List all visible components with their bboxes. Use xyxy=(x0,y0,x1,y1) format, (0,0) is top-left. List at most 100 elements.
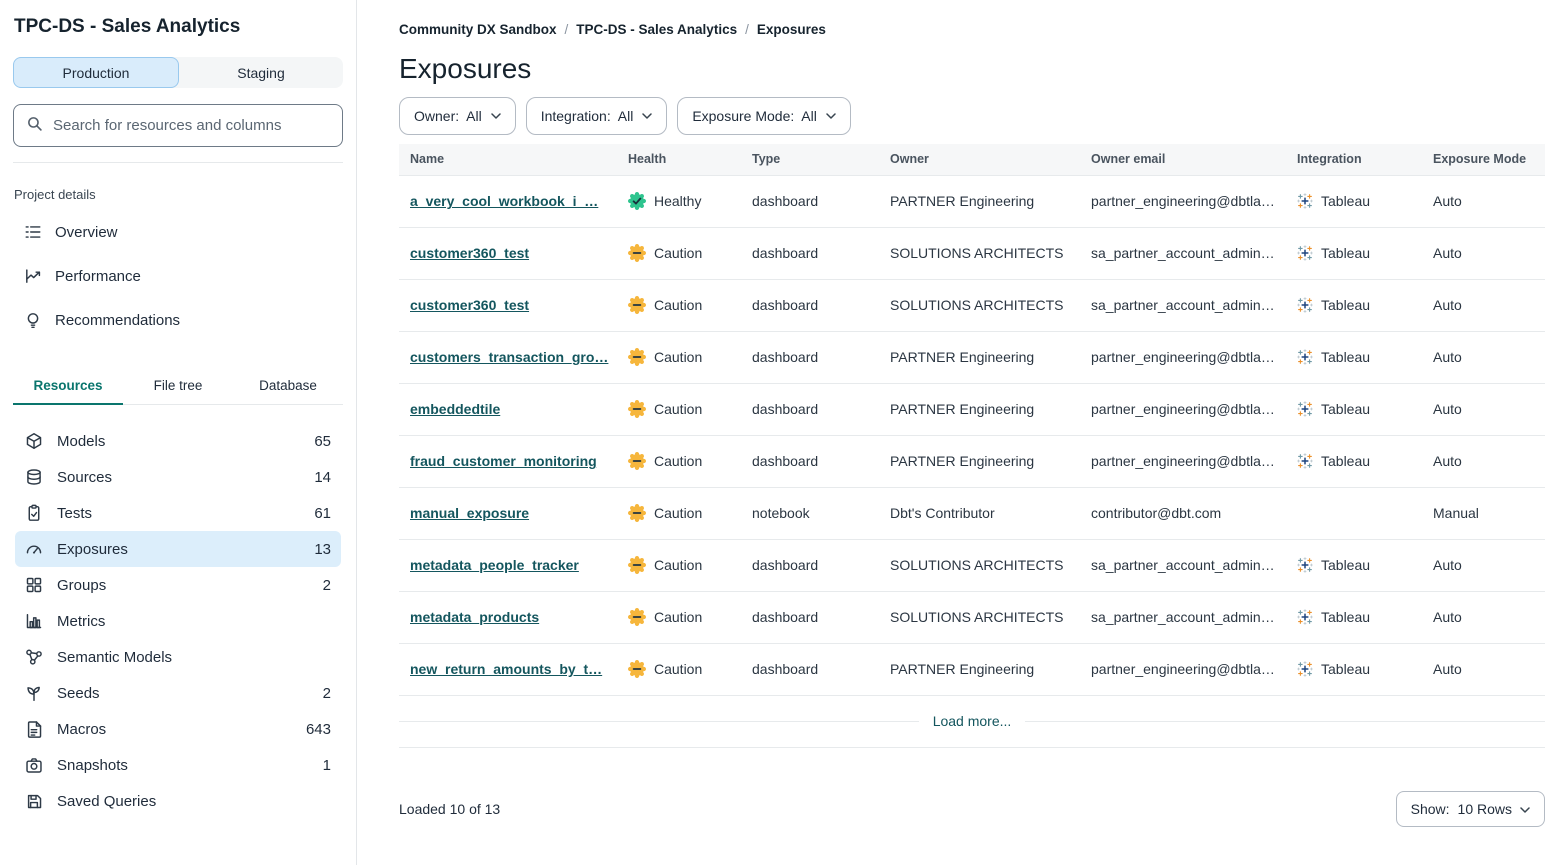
filter-dropdown[interactable]: Integration: All xyxy=(526,97,668,135)
resource-list-item[interactable]: Macros 643 xyxy=(15,711,341,747)
exposure-name-link[interactable]: customer360_test xyxy=(410,245,529,261)
sidebar-nav-item[interactable]: Overview xyxy=(13,210,343,254)
resource-list-item[interactable]: Groups 2 xyxy=(15,567,341,603)
owner-cell: PARTNER Engineering xyxy=(879,331,1080,383)
sidebar-tab[interactable]: File tree xyxy=(123,370,233,405)
resource-list-item[interactable]: Snapshots 1 xyxy=(15,747,341,783)
project-nav: Overview Performance Recommendations xyxy=(13,210,343,342)
owner-email-cell: partner_engineering@dbtla… xyxy=(1080,435,1286,487)
exposure-mode-cell: Auto xyxy=(1422,539,1545,591)
owner-cell: SOLUTIONS ARCHITECTS xyxy=(879,591,1080,643)
health-badge-icon xyxy=(628,244,646,262)
integration-label: Tableau xyxy=(1321,557,1370,573)
resource-label: Exposures xyxy=(57,541,128,558)
resource-list-item[interactable]: Semantic Models xyxy=(15,639,341,675)
exposure-name-link[interactable]: customers_transaction_gro… xyxy=(410,349,608,365)
table-column-header: Owner xyxy=(879,144,1080,175)
breadcrumb-link[interactable]: Exposures xyxy=(757,22,826,37)
nav-icon xyxy=(24,311,42,329)
exposure-mode-cell: Auto xyxy=(1422,227,1545,279)
tableau-icon xyxy=(1297,297,1313,313)
main-content: Community DX Sandbox / TPC-DS - Sales An… xyxy=(357,0,1559,865)
integration-label: Tableau xyxy=(1321,349,1370,365)
table-row: fraud_customer_monitoring Caution dashbo… xyxy=(399,435,1545,487)
exposure-name-link[interactable]: a_very_cool_workbook_i_… xyxy=(410,193,598,209)
resource-label: Saved Queries xyxy=(57,793,156,810)
sidebar-nav-item[interactable]: Performance xyxy=(13,254,343,298)
exposure-name-link[interactable]: customer360_test xyxy=(410,297,529,313)
load-more-row: Load more... xyxy=(399,696,1545,748)
resource-list-item[interactable]: Exposures 13 xyxy=(15,531,341,567)
exposure-name-link[interactable]: embeddedtile xyxy=(410,401,500,417)
resource-icon xyxy=(25,504,43,522)
type-cell: dashboard xyxy=(741,539,879,591)
table-column-header: Health xyxy=(617,144,741,175)
environment-tab[interactable]: Staging xyxy=(179,57,343,88)
owner-email-cell: partner_engineering@dbtla… xyxy=(1080,643,1286,695)
resource-label: Metrics xyxy=(57,613,105,630)
sidebar-tab[interactable]: Resources xyxy=(13,370,123,405)
type-cell: dashboard xyxy=(741,175,879,227)
rows-per-page-dropdown[interactable]: Show: 10 Rows xyxy=(1396,791,1545,827)
search-input[interactable] xyxy=(53,117,330,134)
resource-list-item[interactable]: Tests 61 xyxy=(15,495,341,531)
breadcrumb-link[interactable]: TPC-DS - Sales Analytics xyxy=(576,22,737,37)
health-badge-icon xyxy=(628,296,646,314)
divider-line xyxy=(1025,721,1545,722)
resource-count: 2 xyxy=(323,577,331,594)
sidebar-nav-item[interactable]: Recommendations xyxy=(13,298,343,342)
health-badge-icon xyxy=(628,192,646,210)
owner-email-cell: sa_partner_account_admin… xyxy=(1080,591,1286,643)
sidebar-tabs: Resources File tree Database xyxy=(13,370,343,405)
type-cell: dashboard xyxy=(741,279,879,331)
table-row: customers_transaction_gro… Caution dashb… xyxy=(399,331,1545,383)
owner-email-cell: sa_partner_account_admin… xyxy=(1080,279,1286,331)
resource-icon xyxy=(25,648,43,666)
owner-email-cell: contributor@dbt.com xyxy=(1080,487,1286,539)
resource-label: Macros xyxy=(57,721,106,738)
owner-cell: Dbt's Contributor xyxy=(879,487,1080,539)
sidebar-tab[interactable]: Database xyxy=(233,370,343,405)
exposure-name-link[interactable]: manual_exposure xyxy=(410,505,529,521)
resource-list: Models 65 Sources 14 Tests 61 Exposures … xyxy=(13,423,343,819)
exposure-name-link[interactable]: new_return_amounts_by_t… xyxy=(410,661,602,677)
owner-cell: SOLUTIONS ARCHITECTS xyxy=(879,539,1080,591)
table-row: new_return_amounts_by_t… Caution dashboa… xyxy=(399,643,1545,695)
health-label: Healthy xyxy=(654,193,701,209)
resource-label: Snapshots xyxy=(57,757,128,774)
load-more-link[interactable]: Load more... xyxy=(933,713,1012,729)
type-cell: dashboard xyxy=(741,227,879,279)
table-row: a_very_cool_workbook_i_… Healthy dashboa… xyxy=(399,175,1545,227)
health-label: Caution xyxy=(654,401,702,417)
health-label: Caution xyxy=(654,245,702,261)
exposure-mode-cell: Auto xyxy=(1422,331,1545,383)
table-row: metadata_products Caution dashboard SOLU… xyxy=(399,591,1545,643)
exposure-name-link[interactable]: fraud_customer_monitoring xyxy=(410,453,597,469)
breadcrumb-link[interactable]: Community DX Sandbox xyxy=(399,22,557,37)
resource-list-item[interactable]: Models 65 xyxy=(15,423,341,459)
resource-count: 65 xyxy=(314,433,331,450)
health-badge-icon xyxy=(628,452,646,470)
filter-value: All xyxy=(801,108,817,124)
filter-dropdown[interactable]: Exposure Mode: All xyxy=(677,97,851,135)
tableau-icon xyxy=(1297,193,1313,209)
resource-count: 643 xyxy=(306,721,331,738)
exposure-mode-cell: Auto xyxy=(1422,175,1545,227)
environment-tab[interactable]: Production xyxy=(13,57,179,88)
exposure-mode-cell: Auto xyxy=(1422,279,1545,331)
exposure-name-link[interactable]: metadata_products xyxy=(410,609,539,625)
breadcrumb-separator: / xyxy=(565,22,569,37)
exposure-name-link[interactable]: metadata_people_tracker xyxy=(410,557,579,573)
integration-label: Tableau xyxy=(1321,297,1370,313)
chevron-down-icon xyxy=(1520,801,1530,817)
owner-cell: PARTNER Engineering xyxy=(879,435,1080,487)
health-label: Caution xyxy=(654,557,702,573)
resource-list-item[interactable]: Sources 14 xyxy=(15,459,341,495)
table-row: customer360_test Caution dashboard SOLUT… xyxy=(399,227,1545,279)
resource-list-item[interactable]: Saved Queries xyxy=(15,783,341,819)
resource-list-item[interactable]: Seeds 2 xyxy=(15,675,341,711)
filter-dropdown[interactable]: Owner: All xyxy=(399,97,516,135)
resource-label: Tests xyxy=(57,505,92,522)
resource-list-item[interactable]: Metrics xyxy=(15,603,341,639)
integration-label: Tableau xyxy=(1321,453,1370,469)
